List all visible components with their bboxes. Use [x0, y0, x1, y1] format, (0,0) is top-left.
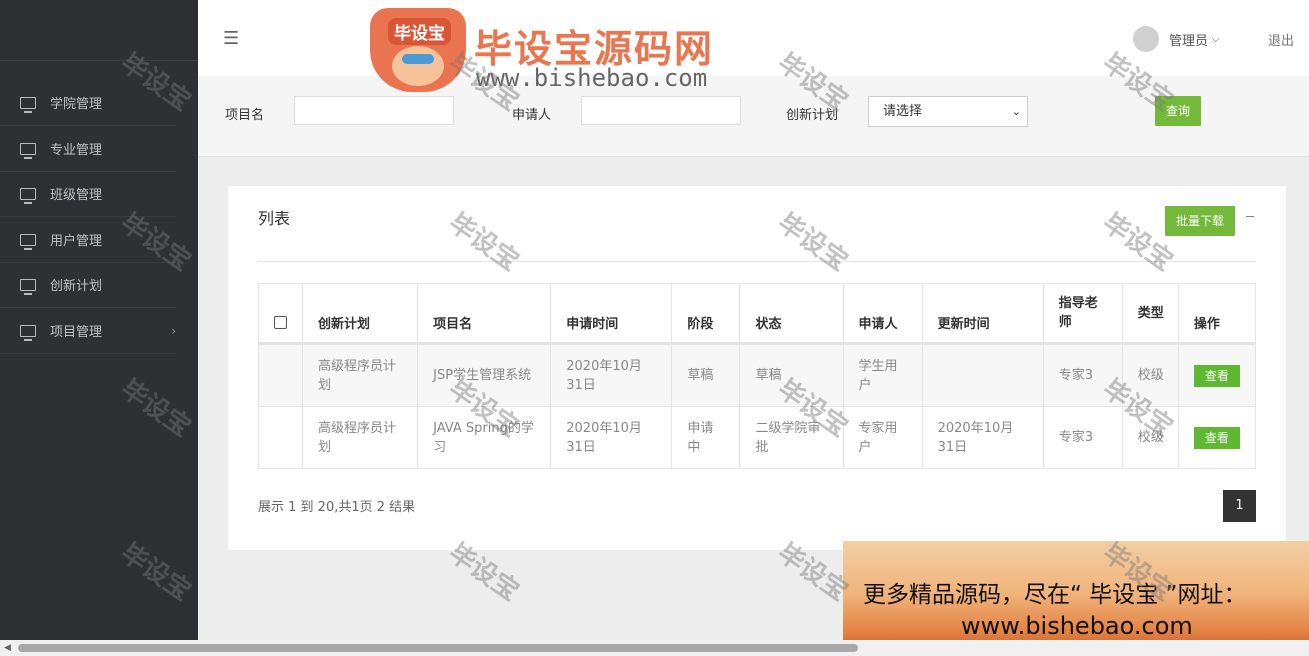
cell-plan: 高级程序员计划	[302, 406, 419, 469]
avatar	[1133, 26, 1159, 52]
banner-url: www.bishebao.com	[961, 612, 1193, 640]
cell-update-time	[921, 343, 1044, 407]
cell-apply-time: 2020年10月31日	[550, 406, 673, 469]
horizontal-scrollbar[interactable]: ◀	[0, 640, 1309, 656]
cell-action: 查看	[1177, 343, 1257, 407]
column-header: 状态	[739, 283, 844, 344]
query-button[interactable]: 查询	[1155, 96, 1201, 126]
cell-stage: 草稿	[671, 343, 741, 407]
batch-download-button[interactable]: 批量下载	[1165, 206, 1235, 236]
cell-apply-time: 2020年10月31日	[550, 343, 673, 407]
minimize-icon[interactable]	[1246, 216, 1254, 217]
sidebar-item-class[interactable]: 班级管理	[0, 171, 176, 217]
sidebar-item-major[interactable]: 专业管理	[0, 126, 176, 172]
filter-bar: 项目名 申请人 创新计划 请选择 ⌄ 查询	[198, 76, 1309, 157]
user-name: 管理员	[1169, 33, 1209, 49]
scroll-left-arrow-icon[interactable]: ◀	[4, 643, 11, 653]
site-logo: 毕设宝 毕设宝源码网 www.bishebao.com	[370, 8, 750, 98]
applicant-label: 申请人	[512, 108, 552, 123]
page-button-1[interactable]: 1	[1223, 490, 1256, 522]
table-row: 高级程序员计划 JAVA Spring的学习 2020年10月31日 申请中 二…	[257, 406, 1257, 469]
cell-project: JSP学生管理系统	[417, 343, 552, 407]
monitor-icon	[20, 278, 36, 295]
chevron-down-icon: ⌄	[1011, 105, 1021, 118]
cell-applicant: 专家用户	[842, 406, 923, 469]
cell-update-time: 2020年10月31日	[921, 406, 1044, 469]
sidebar-item-label: 专业管理	[50, 143, 103, 158]
pagination-summary: 展示 1 到 20,共1页 2 结果	[258, 500, 416, 515]
scrollbar-thumb[interactable]	[18, 644, 858, 652]
column-header: 类型	[1121, 283, 1179, 344]
monitor-icon	[20, 142, 36, 159]
sidebar-item-label: 项目管理	[50, 325, 103, 340]
sidebar-item-users[interactable]: 用户管理	[0, 217, 176, 263]
chevron-right-icon: ›	[171, 323, 176, 338]
sidebar-item-label: 用户管理	[50, 234, 103, 249]
cell-type: 校级	[1121, 406, 1179, 469]
column-header: 操作	[1177, 283, 1257, 344]
column-header: 创新计划	[302, 283, 419, 344]
list-card: 列表 批量下载 创新计划 项目名 申请时间 阶段 状态 申请人 更新时间 指导老…	[228, 186, 1286, 550]
column-header: 指导老师	[1042, 283, 1123, 344]
innovation-plan-select[interactable]: 请选择 ⌄	[868, 96, 1028, 127]
column-header: 项目名	[417, 283, 552, 344]
view-button[interactable]: 查看	[1193, 364, 1240, 387]
sidebar-item-innovation-plan[interactable]: 创新计划	[0, 262, 176, 308]
chevron-down-icon: ⌵	[1212, 33, 1220, 45]
cell-stage: 申请中	[671, 406, 741, 469]
project-name-label: 项目名	[225, 108, 265, 123]
logout-link[interactable]: 退出	[1268, 30, 1294, 49]
banner-line1: 更多精品源码，尽在“ 毕设宝 ”网址：	[863, 582, 1247, 608]
cell-project: JAVA Spring的学习	[417, 406, 552, 469]
sidebar-brand	[0, 0, 198, 61]
cell-type: 校级	[1121, 343, 1179, 407]
monitor-icon	[20, 324, 36, 341]
logo-url: www.bishebao.com	[476, 64, 708, 92]
table-header: 创新计划 项目名 申请时间 阶段 状态 申请人 更新时间 指导老师 类型 操作	[257, 283, 1257, 344]
cell-teacher: 专家3	[1042, 406, 1123, 469]
sidebar: 学院管理 专业管理 班级管理 用户管理 创新计划 项目管理 ›	[0, 0, 198, 640]
project-table: 创新计划 项目名 申请时间 阶段 状态 申请人 更新时间 指导老师 类型 操作 …	[257, 283, 1257, 469]
row-select-cell	[257, 406, 304, 469]
column-header: 申请人	[842, 283, 923, 344]
cell-teacher: 专家3	[1042, 343, 1123, 407]
logo-badge-text: 毕设宝	[388, 18, 451, 45]
project-name-input[interactable]	[294, 96, 454, 125]
sidebar-item-college[interactable]: 学院管理	[0, 80, 176, 126]
logo-glasses	[402, 54, 434, 64]
monitor-icon	[20, 233, 36, 250]
logo-mascot	[392, 46, 444, 86]
divider	[258, 261, 1256, 262]
card-title: 列表	[258, 209, 291, 228]
monitor-icon	[20, 96, 36, 113]
cell-applicant: 学生用户	[842, 343, 923, 407]
view-button[interactable]: 查看	[1193, 426, 1240, 449]
monitor-icon	[20, 187, 36, 204]
sidebar-item-projects[interactable]: 项目管理 ›	[0, 308, 176, 354]
sidebar-item-label: 创新计划	[50, 279, 103, 294]
column-header: 阶段	[671, 283, 741, 344]
sidebar-item-label: 学院管理	[50, 97, 103, 112]
innovation-plan-label: 创新计划	[786, 108, 839, 123]
cell-action: 查看	[1177, 406, 1257, 469]
cell-status: 草稿	[739, 343, 844, 407]
column-header: 申请时间	[550, 283, 673, 344]
applicant-input[interactable]	[581, 96, 741, 125]
sidebar-item-label: 班级管理	[50, 188, 103, 203]
cell-plan: 高级程序员计划	[302, 343, 419, 407]
cell-status: 二级学院审批	[739, 406, 844, 469]
select-value: 请选择	[883, 104, 923, 119]
column-header: 更新时间	[921, 283, 1044, 344]
user-menu[interactable]: 管理员 ⌵	[1133, 26, 1220, 52]
table-row: 高级程序员计划 JSP学生管理系统 2020年10月31日 草稿 草稿 学生用户…	[257, 343, 1257, 407]
select-all-cell	[257, 283, 304, 344]
menu-toggle-icon[interactable]: ☰	[223, 28, 239, 49]
row-select-cell	[257, 343, 304, 407]
select-all-checkbox[interactable]	[274, 315, 287, 329]
top-bar: ☰ 管理员 ⌵ 退出	[198, 0, 1309, 76]
promo-banner: 更多精品源码，尽在“ 毕设宝 ”网址： www.bishebao.com	[843, 541, 1309, 656]
